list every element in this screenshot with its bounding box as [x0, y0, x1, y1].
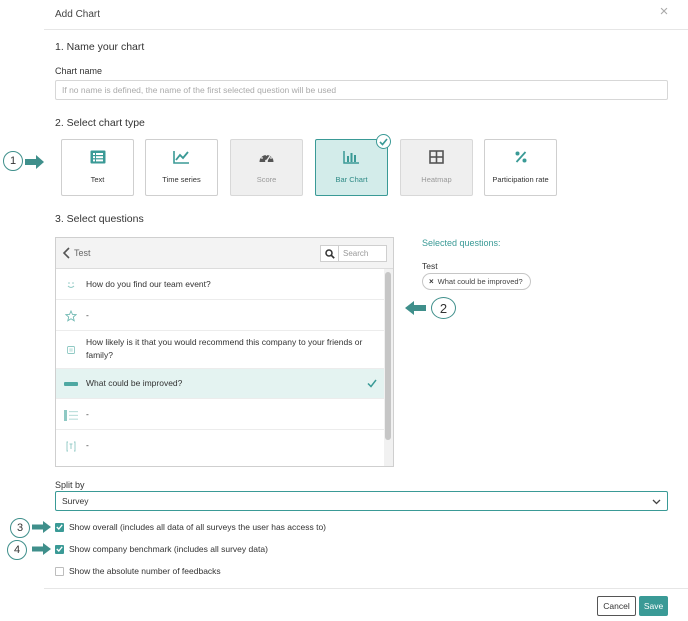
question-browser: Test How do you find our team event? - H… [55, 237, 394, 467]
callout-arrow-right-icon [32, 521, 51, 533]
line-chart-icon [146, 150, 217, 166]
selected-question-chip: × What could be improved? [422, 273, 531, 290]
selected-check-icon [376, 134, 391, 149]
star-icon [64, 310, 78, 322]
question-text: What could be improved? [86, 378, 183, 388]
chart-name-label: Chart name [55, 66, 103, 76]
gauge-icon [231, 150, 302, 166]
selected-folder-name: Test [422, 261, 438, 271]
question-row-selected[interactable]: What could be improved? [56, 369, 384, 399]
text-box-icon [64, 440, 78, 452]
chart-type-label: Participation rate [492, 175, 549, 184]
question-list-scrollbar[interactable] [384, 269, 393, 466]
split-by-label: Split by [55, 480, 85, 490]
question-row[interactable]: - [56, 300, 384, 331]
grid-icon [401, 150, 472, 166]
option-show-overall: Show overall (includes all data of all s… [55, 521, 326, 533]
split-by-value: Survey [62, 496, 89, 506]
chart-type-label: Time series [162, 175, 201, 184]
bar-chart-icon [316, 150, 387, 166]
header-divider [44, 29, 688, 30]
chart-type-label: Heatmap [421, 175, 452, 184]
remove-icon[interactable]: × [429, 277, 434, 286]
callout-3: 3 [10, 518, 30, 538]
chart-type-label: Score [256, 175, 277, 184]
option-show-absolute: Show the absolute number of feedbacks [55, 565, 221, 577]
show-benchmark-checkbox[interactable] [55, 544, 64, 554]
question-row[interactable]: - [56, 430, 384, 461]
question-row[interactable]: How do you find our team event? [56, 269, 384, 300]
chevron-left-icon[interactable] [62, 247, 72, 259]
chart-type-score[interactable]: Score [230, 139, 303, 196]
option-show-benchmark: Show company benchmark (includes all sur… [55, 543, 268, 555]
question-text: - [86, 440, 89, 450]
scrollbar-thumb[interactable] [385, 272, 391, 440]
chip-label: What could be improved? [437, 277, 523, 286]
selected-questions-heading: Selected questions: [422, 238, 501, 248]
callout-1: 1 [3, 151, 23, 171]
chart-type-text[interactable]: Text [61, 139, 134, 196]
footer-divider [44, 588, 688, 589]
dialog-title: Add Chart [55, 9, 101, 20]
question-text: - [86, 409, 89, 419]
question-browser-header: Test [56, 238, 393, 269]
chart-type-label: Text [90, 175, 105, 184]
question-text: - [86, 310, 89, 320]
close-icon[interactable]: × [657, 4, 671, 19]
show-overall-checkbox[interactable] [55, 522, 64, 532]
search-icon[interactable] [320, 245, 338, 262]
matrix-icon [64, 409, 78, 421]
question-text: How likely is it that you would recommen… [86, 337, 363, 360]
chevron-down-icon [652, 499, 661, 505]
section-heading-name: 1. Name your chart [55, 41, 145, 53]
section-heading-questions: 3. Select questions [55, 213, 144, 225]
chart-type-heatmap[interactable]: Heatmap [400, 139, 473, 196]
option-label: Show overall (includes all data of all s… [69, 522, 327, 532]
list-icon [62, 150, 133, 166]
option-label: Show company benchmark (includes all sur… [69, 544, 268, 554]
chart-type-bar-chart[interactable]: Bar Chart [315, 139, 388, 196]
chart-type-time-series[interactable]: Time series [145, 139, 218, 196]
chart-type-label: Bar Chart [335, 175, 368, 184]
callout-arrow-right-icon [25, 155, 44, 169]
nps-icon [64, 344, 78, 356]
callout-2: 2 [431, 297, 456, 319]
question-text: How do you find our team event? [86, 279, 211, 289]
folder-name[interactable]: Test [74, 248, 91, 258]
save-button[interactable]: Save [639, 596, 668, 616]
smiley-icon [64, 279, 78, 291]
search-input[interactable] [338, 245, 387, 262]
callout-arrow-left-icon [405, 301, 426, 315]
question-row[interactable]: How likely is it that you would recommen… [56, 331, 384, 369]
chart-name-input[interactable] [55, 80, 668, 100]
callout-arrow-right-icon [32, 543, 51, 555]
section-heading-type: 2. Select chart type [55, 117, 145, 129]
cancel-button[interactable]: Cancel [597, 596, 636, 616]
callout-4: 4 [7, 540, 27, 560]
show-absolute-checkbox[interactable] [55, 566, 64, 576]
text-field-icon [64, 378, 78, 390]
question-row[interactable]: - [56, 399, 384, 430]
split-by-select[interactable]: Survey [55, 491, 668, 511]
percent-icon [485, 150, 556, 166]
option-label: Show the absolute number of feedbacks [69, 566, 221, 576]
check-icon [367, 379, 377, 388]
chart-type-participation-rate[interactable]: Participation rate [484, 139, 557, 196]
